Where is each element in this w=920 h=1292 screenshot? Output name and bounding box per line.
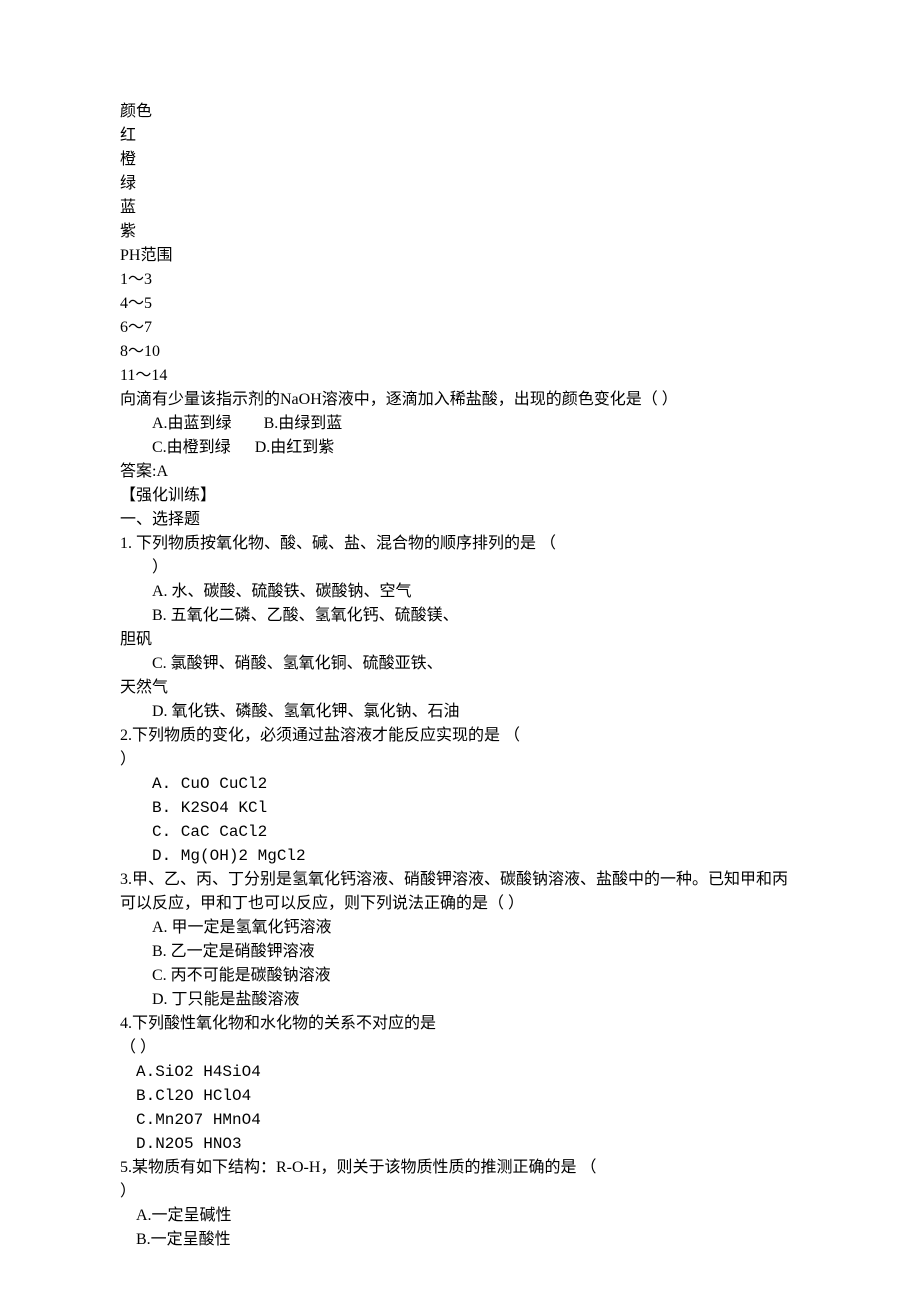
ph-header: PH范围 [120, 244, 800, 268]
q1-opt-b2: 胆矾 [120, 628, 800, 652]
q5-stem-b: ） [120, 1180, 800, 1204]
intro-answer: 答案:A [120, 460, 800, 484]
q1-opt-a: A. 水、碳酸、硫酸铁、碳酸钠、空气 [120, 580, 800, 604]
ph-range-4: 8～10 [120, 340, 800, 364]
q3-opt-a: A. 甲一定是氢氧化钙溶液 [120, 916, 800, 940]
q1-stem-a: 1. 下列物质按氧化物、酸、碱、盐、混合物的顺序排列的是 （ [120, 532, 800, 556]
intro-opt-a: A.由蓝到绿 [152, 415, 232, 432]
q1-stem-b: ） [120, 556, 800, 580]
q4-stem-b: （ ） [120, 1036, 800, 1060]
q2-stem-b: ） [120, 748, 800, 772]
section-header: 【强化训练】 [120, 484, 800, 508]
intro-opt-ab: A.由蓝到绿 B.由绿到蓝 [120, 412, 800, 436]
ph-range-5: 11～14 [120, 364, 800, 388]
q5-stem-a: 5.某物质有如下结构：R-O-H，则关于该物质性质的推测正确的是 （ [120, 1156, 800, 1180]
q1-opt-d: D. 氧化铁、磷酸、氢氧化钾、氯化钠、石油 [120, 700, 800, 724]
q4-opt-b: B.Cl2O HClO4 [120, 1084, 800, 1108]
q4-stem-a: 4.下列酸性氧化物和水化物的关系不对应的是 [120, 1012, 800, 1036]
q2-stem-a: 2.下列物质的变化，必须通过盐溶液才能反应实现的是 （ [120, 724, 800, 748]
ph-range-1: 1～3 [120, 268, 800, 292]
intro-stem: 向滴有少量该指示剂的NaOH溶液中，逐滴加入稀盐酸，出现的颜色变化是（ ） [120, 388, 800, 412]
q5-opt-b: B.一定呈酸性 [120, 1228, 800, 1252]
intro-opt-cd: C.由橙到绿 D.由红到紫 [120, 436, 800, 460]
q3-opt-c: C. 丙不可能是碳酸钠溶液 [120, 964, 800, 988]
q2-opt-a: A. CuO CuCl2 [120, 772, 800, 796]
color-green: 绿 [120, 172, 800, 196]
color-blue: 蓝 [120, 196, 800, 220]
q1-opt-c: C. 氯酸钾、硝酸、氢氧化铜、硫酸亚铁、 [120, 652, 800, 676]
q5-opt-a: A.一定呈碱性 [120, 1204, 800, 1228]
color-header: 颜色 [120, 100, 800, 124]
intro-opt-c: C.由橙到绿 [152, 439, 231, 456]
q3-stem: 3.甲、乙、丙、丁分别是氢氧化钙溶液、硝酸钾溶液、碳酸钠溶液、盐酸中的一种。已知… [120, 868, 800, 916]
color-purple: 紫 [120, 220, 800, 244]
q1-opt-b: B. 五氧化二磷、乙酸、氢氧化钙、硫酸镁、 [120, 604, 800, 628]
ph-range-2: 4～5 [120, 292, 800, 316]
q2-opt-b: B. K2SO4 KCl [120, 796, 800, 820]
q2-opt-d: D. Mg(OH)2 MgCl2 [120, 844, 800, 868]
color-red: 红 [120, 124, 800, 148]
intro-opt-d: D.由红到紫 [255, 439, 335, 456]
color-orange: 橙 [120, 148, 800, 172]
part1-header: 一、选择题 [120, 508, 800, 532]
q1-opt-c2: 天然气 [120, 676, 800, 700]
intro-opt-b: B.由绿到蓝 [264, 415, 343, 432]
ph-range-3: 6～7 [120, 316, 800, 340]
q2-opt-c: C. CaC CaCl2 [120, 820, 800, 844]
q3-opt-d: D. 丁只能是盐酸溶液 [120, 988, 800, 1012]
q4-opt-a: A.SiO2 H4SiO4 [120, 1060, 800, 1084]
q3-opt-b: B. 乙一定是硝酸钾溶液 [120, 940, 800, 964]
q4-opt-d: D.N2O5 HNO3 [120, 1132, 800, 1156]
q4-opt-c: C.Mn2O7 HMnO4 [120, 1108, 800, 1132]
